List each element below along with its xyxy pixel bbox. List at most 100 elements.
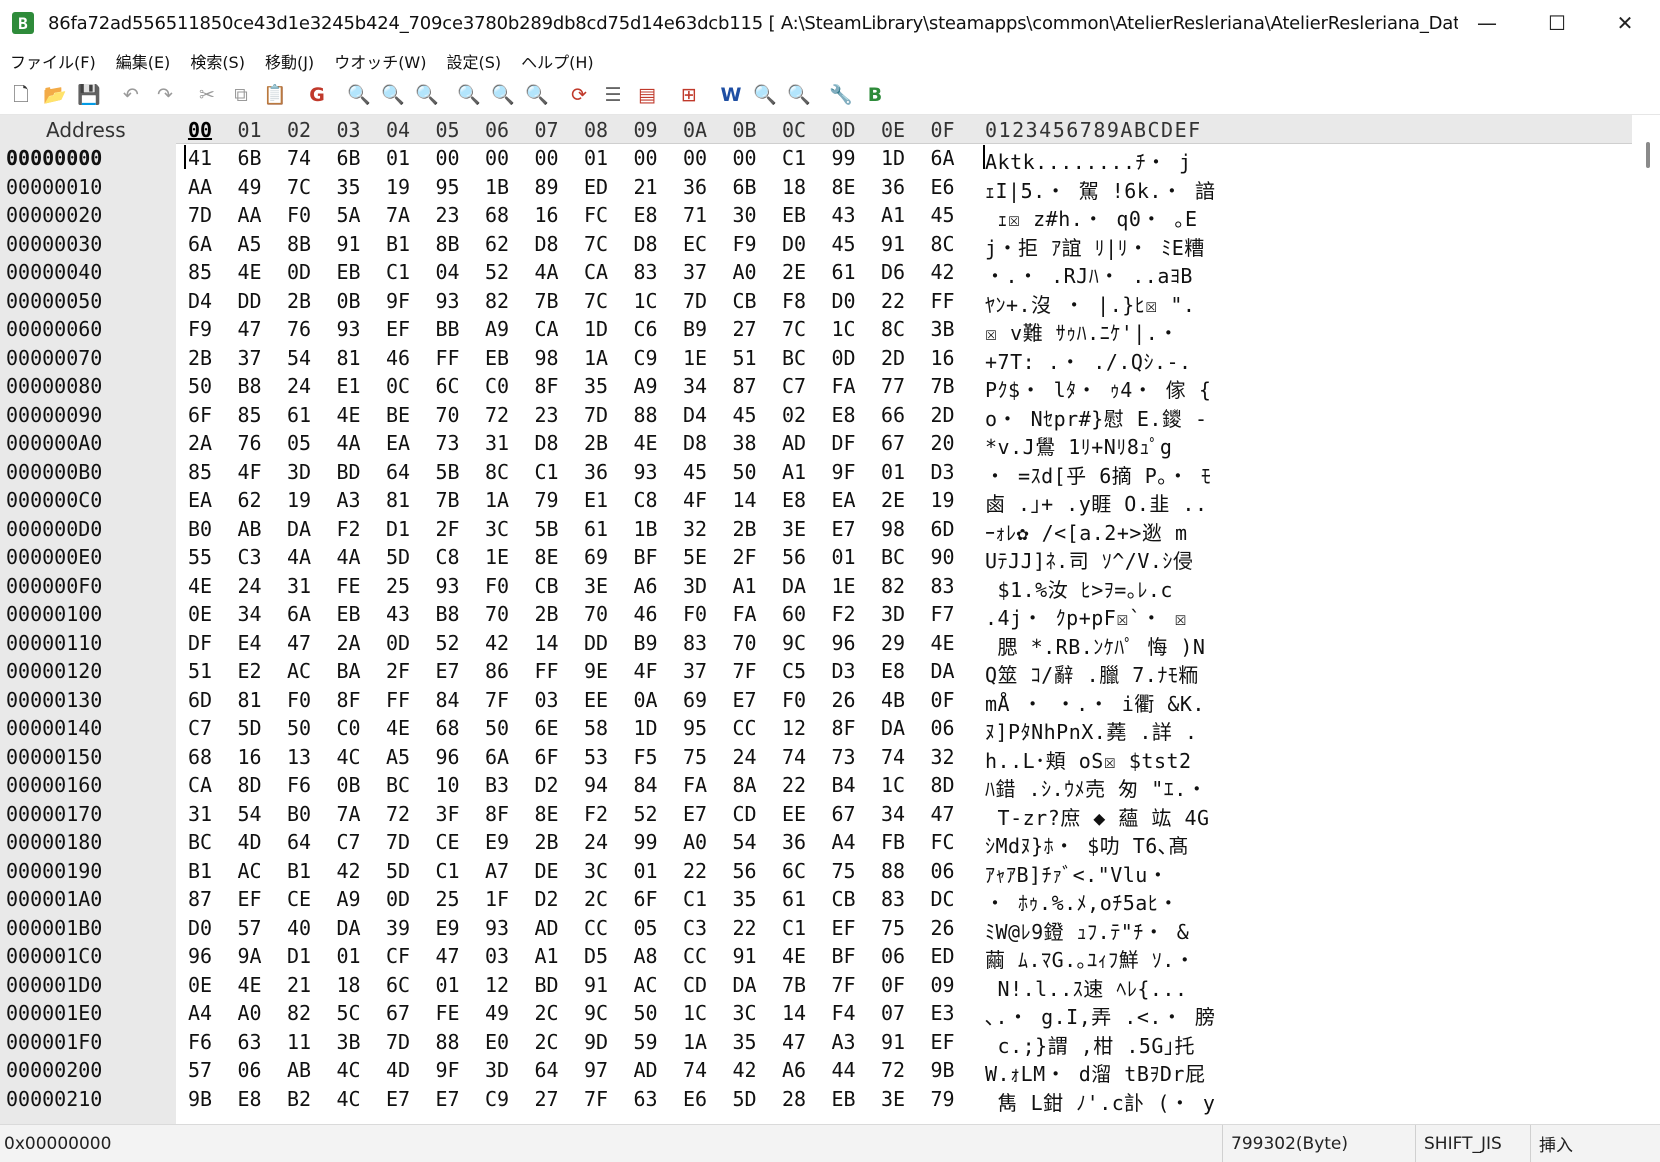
hex-byte[interactable]: 47 <box>428 944 468 968</box>
hex-byte[interactable]: 63 <box>626 1087 666 1111</box>
hex-byte[interactable]: 91 <box>873 232 913 256</box>
hex-byte[interactable]: FA <box>725 602 765 626</box>
hex-byte[interactable]: 3B <box>329 1030 369 1054</box>
hex-byte[interactable]: 7A <box>329 802 369 826</box>
hex-byte[interactable]: DA <box>873 716 913 740</box>
hex-byte[interactable]: 0E <box>180 602 220 626</box>
hex-byte[interactable]: 47 <box>774 1030 814 1054</box>
hex-row[interactable]: 000000A0 2A 76 05 4A EA 73 31 D8 2B 4E D8 38 AD DF 67 20… <box>0 429 1632 459</box>
hex-byte[interactable]: 7B <box>428 488 468 512</box>
hex-byte[interactable]: 64 <box>279 830 319 854</box>
hex-byte[interactable]: C9 <box>626 346 666 370</box>
hex-byte[interactable]: DF <box>824 431 864 455</box>
hex-byte[interactable]: 0D <box>378 631 418 655</box>
hex-byte[interactable]: B8 <box>428 602 468 626</box>
hex-byte[interactable]: 66 <box>873 403 913 427</box>
hex-byte[interactable]: 8E <box>527 545 567 569</box>
hex-byte[interactable]: 1E <box>477 545 517 569</box>
hex-byte[interactable]: E4 <box>230 631 270 655</box>
hex-byte[interactable]: 6C <box>428 374 468 398</box>
ascii-text[interactable]: ﾇ]PﾀNhPnX.蕘 .詳 . <box>985 716 1198 745</box>
hex-byte[interactable]: BB <box>428 317 468 341</box>
hex-byte[interactable]: 42 <box>725 1058 765 1082</box>
hex-byte[interactable]: 0F <box>923 688 963 712</box>
hex-byte[interactable]: 50 <box>477 716 517 740</box>
hex-byte[interactable]: F8 <box>774 289 814 313</box>
hex-byte[interactable]: E7 <box>824 517 864 541</box>
hex-byte[interactable]: B2 <box>279 1087 319 1111</box>
hex-byte[interactable]: 5B <box>428 460 468 484</box>
hex-byte[interactable]: A1 <box>873 203 913 227</box>
hex-byte[interactable]: 53 <box>576 745 616 769</box>
hex-byte[interactable]: D8 <box>675 431 715 455</box>
hex-byte[interactable]: 4C <box>329 1087 369 1111</box>
hex-byte[interactable]: 36 <box>675 175 715 199</box>
hex-byte[interactable]: 36 <box>576 460 616 484</box>
hex-byte[interactable]: FF <box>923 289 963 313</box>
hex-byte[interactable]: 6A <box>180 232 220 256</box>
hex-byte[interactable]: 8C <box>477 460 517 484</box>
hex-byte[interactable]: 7D <box>180 203 220 227</box>
hex-byte[interactable]: 42 <box>477 631 517 655</box>
hex-byte[interactable]: 52 <box>477 260 517 284</box>
hex-byte[interactable]: 62 <box>230 488 270 512</box>
hex-byte[interactable]: 67 <box>378 1001 418 1025</box>
hex-byte[interactable]: 70 <box>477 602 517 626</box>
hex-byte[interactable]: 61 <box>576 517 616 541</box>
hex-row[interactable]: 000001F0 F6 63 11 3B 7D 88 E0 2C 9D 59 1A 35 47 A3 91 EF… <box>0 1028 1632 1058</box>
hex-byte[interactable]: 9F <box>428 1058 468 1082</box>
hex-byte[interactable]: 0F <box>873 973 913 997</box>
hex-byte[interactable]: 75 <box>873 916 913 940</box>
hex-byte[interactable]: 2B <box>527 602 567 626</box>
hex-byte[interactable]: DD <box>230 289 270 313</box>
hex-byte[interactable]: 88 <box>873 859 913 883</box>
hex-byte[interactable]: A8 <box>626 944 666 968</box>
hex-byte[interactable]: 1F <box>477 887 517 911</box>
hex-byte[interactable]: 27 <box>527 1087 567 1111</box>
hex-byte[interactable]: 6B <box>725 175 765 199</box>
hex-byte[interactable]: F0 <box>675 602 715 626</box>
hex-byte[interactable]: 1A <box>477 488 517 512</box>
hex-byte[interactable]: C1 <box>378 260 418 284</box>
hex-byte[interactable]: 3C <box>725 1001 765 1025</box>
hex-byte[interactable]: D8 <box>626 232 666 256</box>
hex-byte[interactable]: FE <box>428 1001 468 1025</box>
hex-byte[interactable]: E8 <box>230 1087 270 1111</box>
hex-byte[interactable]: 39 <box>378 916 418 940</box>
hex-byte[interactable]: 5D <box>230 716 270 740</box>
hex-byte[interactable]: A3 <box>329 488 369 512</box>
replace-prev-icon[interactable]: 🔍 <box>522 80 552 110</box>
hex-byte[interactable]: 83 <box>675 631 715 655</box>
hex-byte[interactable]: 19 <box>378 175 418 199</box>
hex-byte[interactable]: 12 <box>477 973 517 997</box>
hex-byte[interactable]: 76 <box>230 431 270 455</box>
hex-byte[interactable]: 74 <box>279 146 319 170</box>
hex-byte[interactable]: 4F <box>626 659 666 683</box>
hex-byte[interactable]: 62 <box>477 232 517 256</box>
hex-byte[interactable]: B9 <box>626 631 666 655</box>
hex-byte[interactable]: 54 <box>230 802 270 826</box>
hex-byte[interactable]: 0D <box>279 260 319 284</box>
hex-byte[interactable]: 25 <box>428 887 468 911</box>
hex-byte[interactable]: 1C <box>824 317 864 341</box>
hex-byte[interactable]: D8 <box>527 232 567 256</box>
hex-byte[interactable]: DF <box>180 631 220 655</box>
hex-byte[interactable]: 8F <box>329 688 369 712</box>
hex-byte[interactable]: B4 <box>824 773 864 797</box>
ascii-text[interactable]: 鹵 .｣+ .y睚 O.韭 .. <box>985 488 1208 517</box>
hex-byte[interactable]: E1 <box>329 374 369 398</box>
hex-byte[interactable]: 24 <box>576 830 616 854</box>
hex-byte[interactable]: C1 <box>527 460 567 484</box>
hex-byte[interactable]: 21 <box>279 973 319 997</box>
hex-byte[interactable]: 98 <box>873 517 913 541</box>
ascii-text[interactable]: UﾃJJ]ﾈ.司 ｿ^/V.ｼ侵 <box>985 545 1193 574</box>
hex-byte[interactable]: F0 <box>477 574 517 598</box>
hex-byte[interactable]: 00 <box>477 146 517 170</box>
hex-byte[interactable]: F9 <box>180 317 220 341</box>
hex-byte[interactable]: 93 <box>428 289 468 313</box>
hex-row[interactable]: 000001B0 D0 57 40 DA 39 E9 93 AD CC 05 C3 22 C1 EF 75 26… <box>0 914 1632 944</box>
hex-byte[interactable]: 36 <box>774 830 814 854</box>
watch-find-icon[interactable]: 🔍 <box>750 80 780 110</box>
hex-byte[interactable]: CC <box>576 916 616 940</box>
replace-next-icon[interactable]: 🔍 <box>488 80 518 110</box>
